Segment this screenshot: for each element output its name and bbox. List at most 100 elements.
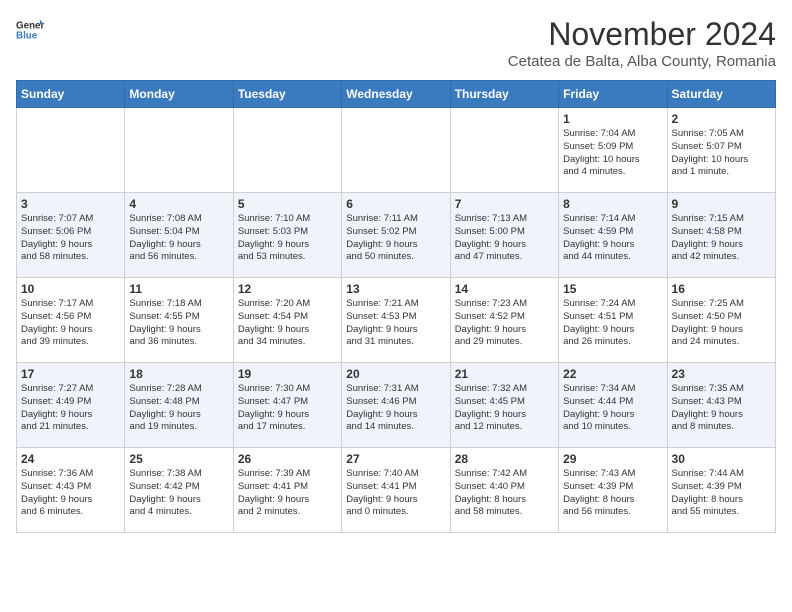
page-subtitle: Cetatea de Balta, Alba County, Romania [508, 53, 776, 70]
calendar-cell: 19Sunrise: 7:30 AM Sunset: 4:47 PM Dayli… [233, 363, 341, 448]
day-number: 9 [672, 197, 771, 211]
calendar-cell: 1 Sunrise: 7:04 AM Sunset: 5:09 PM Daylig… [559, 108, 667, 193]
calendar-cell: 30Sunrise: 7:44 AM Sunset: 4:39 PM Dayli… [667, 448, 775, 533]
calendar-week-row: 3 Sunrise: 7:07 AM Sunset: 5:06 PM Daylig… [17, 193, 776, 278]
day-number: 26 [238, 452, 337, 466]
calendar-cell: 3 Sunrise: 7:07 AM Sunset: 5:06 PM Daylig… [17, 193, 125, 278]
day-header: Friday [559, 81, 667, 108]
day-info: Sunrise: 7:31 AM Sunset: 4:46 PM Dayligh… [346, 383, 445, 434]
day-info: Sunrise: 7:27 AM Sunset: 4:49 PM Dayligh… [21, 383, 120, 434]
day-header: Saturday [667, 81, 775, 108]
day-number: 18 [129, 367, 228, 381]
calendar-cell: 27 Sunrise: 7:40 AM Sunset: 4:41 PM Dayli… [342, 448, 450, 533]
calendar-week-row: 17 Sunrise: 7:27 AM Sunset: 4:49 PM Dayli… [17, 363, 776, 448]
calendar-cell [233, 108, 341, 193]
calendar-week-row: 10 Sunrise: 7:17 AM Sunset: 4:56 PM Dayli… [17, 278, 776, 363]
calendar-body: 1 Sunrise: 7:04 AM Sunset: 5:09 PM Daylig… [17, 108, 776, 533]
day-number: 28 [455, 452, 554, 466]
day-info: Sunrise: 7:05 AM Sunset: 5:07 PM Dayligh… [672, 128, 771, 179]
day-info: Sunrise: 7:14 AM Sunset: 4:59 PM Dayligh… [563, 213, 662, 264]
day-number: 10 [21, 282, 120, 296]
title-area: November 2024 Cetatea de Balta, Alba Cou… [508, 16, 776, 70]
day-number: 29 [563, 452, 662, 466]
day-number: 8 [563, 197, 662, 211]
calendar-cell: 24 Sunrise: 7:36 AM Sunset: 4:43 PM Dayli… [17, 448, 125, 533]
calendar-week-row: 24 Sunrise: 7:36 AM Sunset: 4:43 PM Dayli… [17, 448, 776, 533]
calendar-cell: 14Sunrise: 7:23 AM Sunset: 4:52 PM Dayli… [450, 278, 558, 363]
day-number: 20 [346, 367, 445, 381]
day-number: 3 [21, 197, 120, 211]
calendar-cell: 11 Sunrise: 7:18 AM Sunset: 4:55 PM Dayli… [125, 278, 233, 363]
day-info: Sunrise: 7:13 AM Sunset: 5:00 PM Dayligh… [455, 213, 554, 264]
calendar-cell: 28 Sunrise: 7:42 AM Sunset: 4:40 PM Dayli… [450, 448, 558, 533]
day-info: Sunrise: 7:07 AM Sunset: 5:06 PM Dayligh… [21, 213, 120, 264]
day-header: Tuesday [233, 81, 341, 108]
calendar-cell: 4 Sunrise: 7:08 AM Sunset: 5:04 PM Daylig… [125, 193, 233, 278]
day-number: 22 [563, 367, 662, 381]
calendar-cell: 17 Sunrise: 7:27 AM Sunset: 4:49 PM Dayli… [17, 363, 125, 448]
day-info: Sunrise: 7:43 AM Sunset: 4:39 PM Dayligh… [563, 468, 662, 519]
calendar-cell [342, 108, 450, 193]
day-number: 17 [21, 367, 120, 381]
header: General Blue November 2024 Cetatea de Ba… [16, 16, 776, 70]
calendar-cell [17, 108, 125, 193]
calendar-cell: 2 Sunrise: 7:05 AM Sunset: 5:07 PM Daylig… [667, 108, 775, 193]
svg-text:Blue: Blue [16, 30, 38, 41]
day-number: 23 [672, 367, 771, 381]
calendar-cell: 22 Sunrise: 7:34 AM Sunset: 4:44 PM Dayli… [559, 363, 667, 448]
calendar-cell: 12 Sunrise: 7:20 AM Sunset: 4:54 PM Dayli… [233, 278, 341, 363]
day-info: Sunrise: 7:25 AM Sunset: 4:50 PM Dayligh… [672, 298, 771, 349]
day-info: Sunrise: 7:18 AM Sunset: 4:55 PM Dayligh… [129, 298, 228, 349]
calendar-cell: 8 Sunrise: 7:14 AM Sunset: 4:59 PM Daylig… [559, 193, 667, 278]
day-info: Sunrise: 7:23 AM Sunset: 4:52 PM Dayligh… [455, 298, 554, 349]
day-number: 25 [129, 452, 228, 466]
day-info: Sunrise: 7:32 AM Sunset: 4:45 PM Dayligh… [455, 383, 554, 434]
day-number: 1 [563, 112, 662, 126]
day-number: 24 [21, 452, 120, 466]
day-number: 11 [129, 282, 228, 296]
day-info: Sunrise: 7:10 AM Sunset: 5:03 PM Dayligh… [238, 213, 337, 264]
calendar-cell: 16Sunrise: 7:25 AM Sunset: 4:50 PM Dayli… [667, 278, 775, 363]
calendar-cell: 5Sunrise: 7:10 AM Sunset: 5:03 PM Daylig… [233, 193, 341, 278]
day-info: Sunrise: 7:21 AM Sunset: 4:53 PM Dayligh… [346, 298, 445, 349]
day-info: Sunrise: 7:20 AM Sunset: 4:54 PM Dayligh… [238, 298, 337, 349]
day-number: 6 [346, 197, 445, 211]
day-number: 12 [238, 282, 337, 296]
day-header: Monday [125, 81, 233, 108]
day-info: Sunrise: 7:39 AM Sunset: 4:41 PM Dayligh… [238, 468, 337, 519]
calendar-cell: 13 Sunrise: 7:21 AM Sunset: 4:53 PM Dayli… [342, 278, 450, 363]
day-info: Sunrise: 7:40 AM Sunset: 4:41 PM Dayligh… [346, 468, 445, 519]
day-info: Sunrise: 7:35 AM Sunset: 4:43 PM Dayligh… [672, 383, 771, 434]
day-info: Sunrise: 7:38 AM Sunset: 4:42 PM Dayligh… [129, 468, 228, 519]
day-info: Sunrise: 7:44 AM Sunset: 4:39 PM Dayligh… [672, 468, 771, 519]
calendar-header-row: SundayMondayTuesdayWednesdayThursdayFrid… [17, 81, 776, 108]
calendar-cell: 6Sunrise: 7:11 AM Sunset: 5:02 PM Daylig… [342, 193, 450, 278]
day-header: Wednesday [342, 81, 450, 108]
day-info: Sunrise: 7:36 AM Sunset: 4:43 PM Dayligh… [21, 468, 120, 519]
day-header: Sunday [17, 81, 125, 108]
day-info: Sunrise: 7:04 AM Sunset: 5:09 PM Dayligh… [563, 128, 662, 179]
calendar-cell: 25 Sunrise: 7:38 AM Sunset: 4:42 PM Dayli… [125, 448, 233, 533]
day-number: 4 [129, 197, 228, 211]
day-number: 13 [346, 282, 445, 296]
day-info: Sunrise: 7:42 AM Sunset: 4:40 PM Dayligh… [455, 468, 554, 519]
calendar-cell: 15Sunrise: 7:24 AM Sunset: 4:51 PM Dayli… [559, 278, 667, 363]
day-number: 27 [346, 452, 445, 466]
calendar-cell [125, 108, 233, 193]
calendar-cell: 7Sunrise: 7:13 AM Sunset: 5:00 PM Daylig… [450, 193, 558, 278]
day-header: Thursday [450, 81, 558, 108]
day-info: Sunrise: 7:28 AM Sunset: 4:48 PM Dayligh… [129, 383, 228, 434]
calendar-cell: 10 Sunrise: 7:17 AM Sunset: 4:56 PM Dayli… [17, 278, 125, 363]
page-title: November 2024 [508, 16, 776, 53]
day-number: 2 [672, 112, 771, 126]
calendar-cell: 26 Sunrise: 7:39 AM Sunset: 4:41 PM Dayli… [233, 448, 341, 533]
calendar-cell: 21Sunrise: 7:32 AM Sunset: 4:45 PM Dayli… [450, 363, 558, 448]
calendar-week-row: 1 Sunrise: 7:04 AM Sunset: 5:09 PM Daylig… [17, 108, 776, 193]
day-info: Sunrise: 7:30 AM Sunset: 4:47 PM Dayligh… [238, 383, 337, 434]
logo: General Blue [16, 16, 44, 44]
day-info: Sunrise: 7:34 AM Sunset: 4:44 PM Dayligh… [563, 383, 662, 434]
day-info: Sunrise: 7:08 AM Sunset: 5:04 PM Dayligh… [129, 213, 228, 264]
calendar-table: SundayMondayTuesdayWednesdayThursdayFrid… [16, 80, 776, 533]
day-info: Sunrise: 7:17 AM Sunset: 4:56 PM Dayligh… [21, 298, 120, 349]
day-info: Sunrise: 7:24 AM Sunset: 4:51 PM Dayligh… [563, 298, 662, 349]
